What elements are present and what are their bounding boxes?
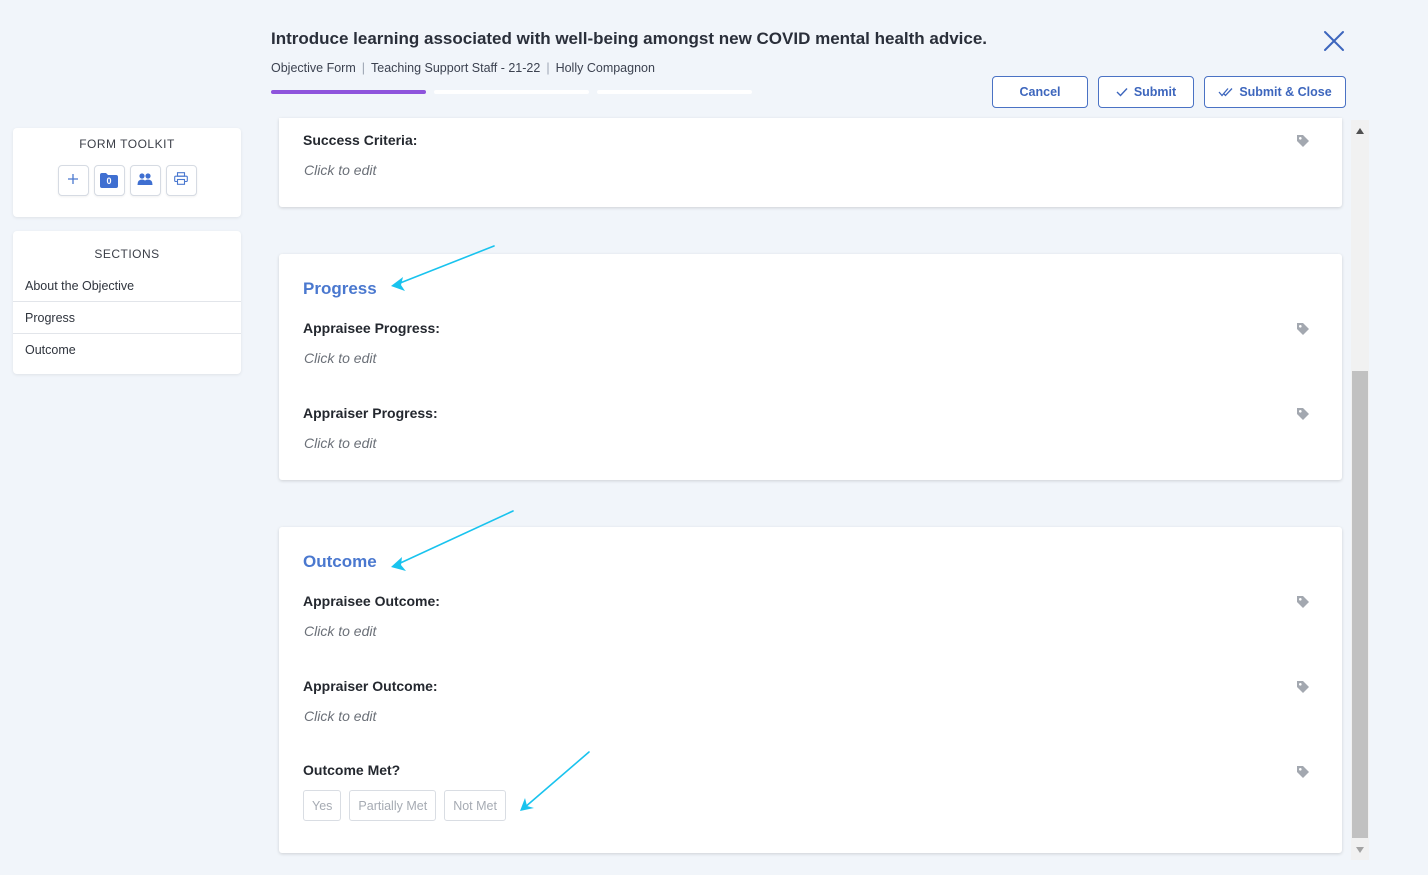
- about-objective-card: Success Criteria: Click to edit: [279, 118, 1342, 207]
- breadcrumb: Objective Form | Teaching Support Staff …: [271, 61, 655, 75]
- content-scrollbar[interactable]: [1351, 120, 1369, 860]
- sections-title: SECTIONS: [94, 247, 160, 261]
- tag-icon[interactable]: [1296, 407, 1310, 421]
- submit-close-button[interactable]: Submit & Close: [1204, 76, 1346, 108]
- appraisee-progress-value[interactable]: Click to edit: [304, 350, 376, 366]
- section-link-about-objective[interactable]: About the Objective: [13, 270, 241, 302]
- outcome-met-label: Outcome Met?: [303, 762, 401, 778]
- breadcrumb-cycle: Teaching Support Staff - 21-22: [371, 61, 541, 75]
- scrollbar-thumb[interactable]: [1352, 371, 1368, 838]
- form-toolkit-title: FORM TOOLKIT: [79, 137, 175, 151]
- plus-icon: [67, 172, 79, 190]
- tag-icon[interactable]: [1296, 595, 1310, 609]
- breadcrumb-form: Objective Form: [271, 61, 356, 75]
- users-icon: [137, 172, 153, 190]
- outcome-card: Outcome Appraisee Outcome: Click to edit…: [279, 527, 1342, 853]
- submit-close-button-label: Submit & Close: [1239, 85, 1332, 99]
- scroll-down-arrow-icon[interactable]: [1355, 846, 1365, 854]
- progress-step-3: [597, 90, 752, 94]
- submit-button-label: Submit: [1133, 85, 1177, 99]
- form-toolkit-panel: FORM TOOLKIT 0: [13, 128, 241, 217]
- tag-icon[interactable]: [1296, 765, 1310, 779]
- appraiser-progress-label: Appraiser Progress:: [303, 405, 438, 421]
- close-icon[interactable]: [1320, 27, 1348, 55]
- section-link-progress[interactable]: Progress: [13, 302, 241, 334]
- sections-list: About the Objective Progress Outcome: [13, 270, 241, 366]
- double-check-icon: [1218, 87, 1233, 97]
- outcome-option-not-met[interactable]: Not Met: [444, 790, 506, 821]
- print-icon: [174, 171, 188, 190]
- appraisee-outcome-value[interactable]: Click to edit: [304, 623, 376, 639]
- outcome-option-partially-met[interactable]: Partially Met: [349, 790, 437, 821]
- tag-icon[interactable]: [1296, 134, 1310, 148]
- scroll-up-arrow-icon[interactable]: [1355, 127, 1365, 135]
- outcome-met-options: Yes Partially Met Not Met: [303, 790, 506, 821]
- participants-tool-button[interactable]: [129, 165, 161, 196]
- tag-icon[interactable]: [1296, 680, 1310, 694]
- appraiser-progress-value[interactable]: Click to edit: [304, 435, 376, 451]
- breadcrumb-person: Holly Compagnon: [555, 61, 655, 75]
- progress-heading: Progress: [303, 279, 377, 298]
- print-tool-button[interactable]: [165, 165, 197, 196]
- folder-icon: 0: [100, 173, 118, 188]
- cancel-button[interactable]: Cancel: [992, 76, 1088, 108]
- section-link-outcome[interactable]: Outcome: [13, 334, 241, 366]
- success-criteria-label: Success Criteria:: [303, 132, 418, 148]
- outcome-option-yes[interactable]: Yes: [303, 790, 342, 821]
- appraiser-outcome-value[interactable]: Click to edit: [304, 708, 376, 724]
- submit-button[interactable]: Submit: [1098, 76, 1194, 108]
- appraiser-outcome-label: Appraiser Outcome:: [303, 678, 438, 694]
- attachments-tool-button[interactable]: 0: [93, 165, 125, 196]
- form-progress-steps: [271, 90, 752, 94]
- breadcrumb-separator: |: [546, 61, 550, 75]
- page-title: Introduce learning associated with well-…: [271, 29, 988, 48]
- progress-card: Progress Appraisee Progress: Click to ed…: [279, 254, 1342, 480]
- cancel-button-label: Cancel: [1019, 85, 1061, 99]
- appraisee-progress-label: Appraisee Progress:: [303, 320, 440, 336]
- outcome-heading: Outcome: [303, 552, 377, 571]
- check-icon: [1116, 87, 1128, 97]
- appraisee-outcome-label: Appraisee Outcome:: [303, 593, 440, 609]
- tag-icon[interactable]: [1296, 322, 1310, 336]
- add-tool-button[interactable]: [57, 165, 89, 196]
- attachments-count-badge: 0: [106, 176, 112, 186]
- progress-step-1: [271, 90, 426, 94]
- success-criteria-value[interactable]: Click to edit: [304, 162, 376, 178]
- progress-step-2: [434, 90, 589, 94]
- sections-panel: SECTIONS About the Objective Progress Ou…: [13, 231, 241, 374]
- breadcrumb-separator: |: [361, 61, 365, 75]
